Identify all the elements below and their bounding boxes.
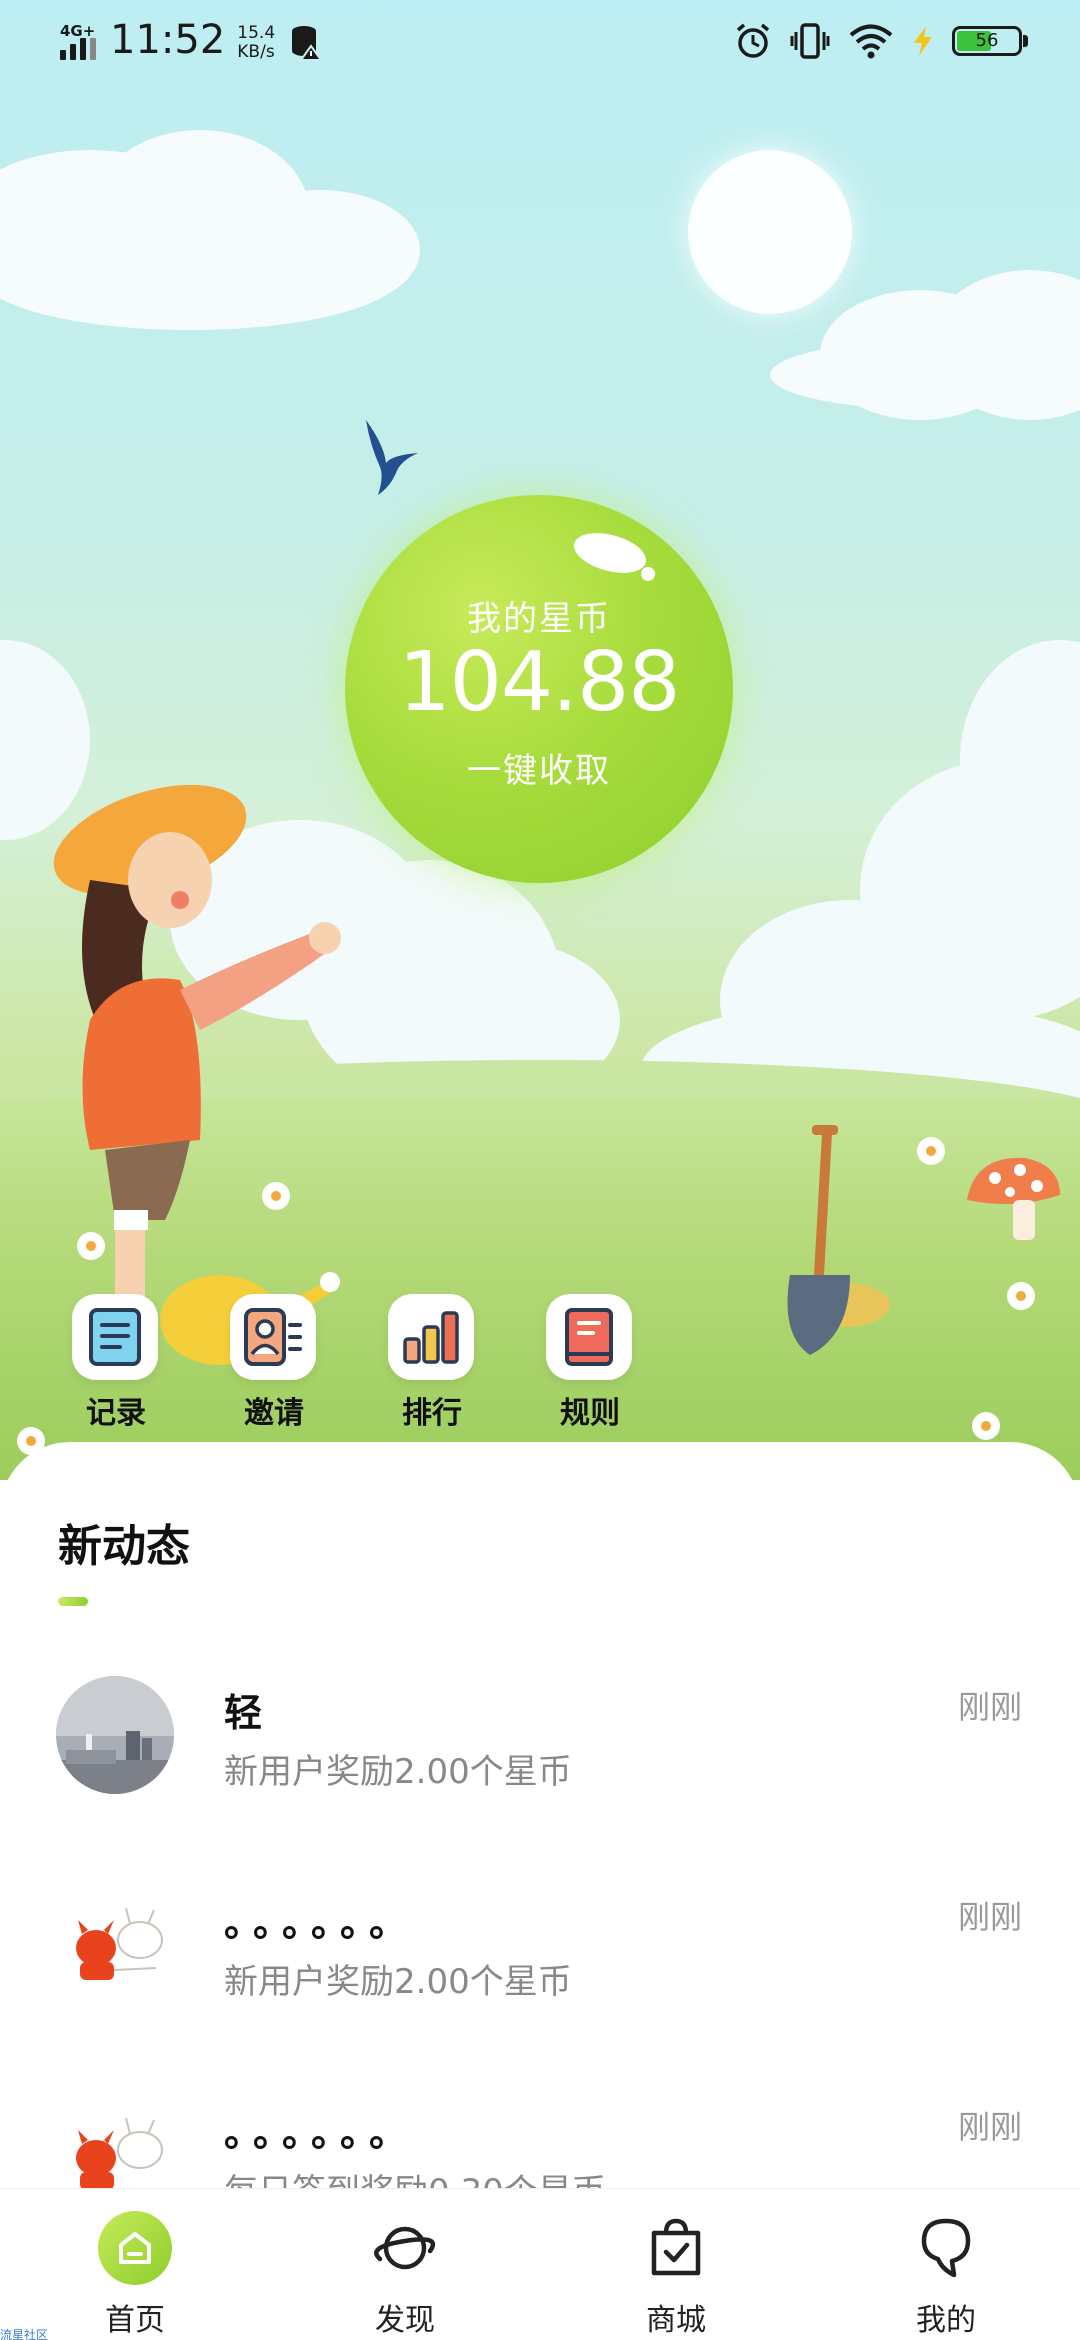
- nav-tab-home[interactable]: 首页: [55, 2189, 215, 2339]
- quick-action-label: 记录: [86, 1396, 146, 1431]
- ranking-icon: [388, 1294, 474, 1380]
- bird-illustration: [366, 420, 418, 495]
- sun-illustration: [688, 150, 852, 314]
- wifi-icon: [849, 24, 893, 59]
- coin-balance: 104.88: [398, 635, 681, 730]
- quick-action-label: 规则: [560, 1396, 620, 1431]
- nav-label: 发现: [375, 2303, 435, 2338]
- nav-label: 首页: [105, 2303, 165, 2338]
- quick-action-ranking[interactable]: 排行: [388, 1294, 476, 1432]
- nav-label: 商城: [646, 2303, 706, 2338]
- record-icon: [72, 1294, 158, 1380]
- status-bar: 4G+ 11:52 15.4 KB/s 56: [0, 0, 1080, 86]
- nav-tab-mine[interactable]: 我的: [866, 2189, 1026, 2339]
- feed-item[interactable]: 。。。。。。 新用户奖励2.00个星币 刚刚: [0, 1886, 1080, 2046]
- quick-action-label: 排行: [402, 1396, 462, 1431]
- profile-icon: [921, 2218, 971, 2278]
- watermark-text: 流星社区: [0, 2328, 49, 2340]
- quick-action-label: 邀请: [244, 1396, 304, 1431]
- mushroom-illustration: [967, 1157, 1060, 1240]
- quick-action-invite[interactable]: 邀请: [230, 1294, 318, 1432]
- nav-tab-discover[interactable]: 发现: [325, 2189, 485, 2339]
- feed-time: 刚刚: [957, 1898, 1022, 1936]
- nav-tab-mall[interactable]: 商城: [596, 2189, 756, 2339]
- feed-description: 新用户奖励2.00个星币: [224, 1752, 572, 1792]
- shopping-bag-icon: [651, 2218, 701, 2276]
- feed-user-name: 。。。。。。: [224, 1901, 418, 1945]
- feed-title-underline: [58, 1597, 88, 1606]
- home-icon: [98, 2211, 172, 2285]
- speed-value: 15.4: [237, 23, 276, 43]
- coin-label: 我的星币: [467, 599, 611, 639]
- feed-user-name: 轻: [224, 1691, 273, 1735]
- flower-decoration: [1010, 1285, 1032, 1307]
- alarm-icon: [736, 23, 770, 58]
- cellular-signal-icon: 4G+: [58, 22, 102, 62]
- rules-icon: [546, 1294, 632, 1380]
- avatar[interactable]: [56, 1676, 174, 1794]
- star-coin-collect-button[interactable]: 我的星币 104.88 一键收取: [345, 495, 733, 883]
- feed-title: 新动态: [58, 1521, 190, 1572]
- shovel-illustration: [787, 1125, 890, 1355]
- feed-user-name: 。。。。。。: [224, 2111, 418, 2155]
- feed-time: 刚刚: [957, 1688, 1022, 1726]
- battery-level: 56: [975, 30, 999, 51]
- network-speed: 15.4 KB/s: [237, 24, 275, 62]
- battery-icon: 56: [952, 26, 1028, 56]
- speed-unit: KB/s: [237, 42, 275, 62]
- planet-icon: [374, 2226, 436, 2270]
- flower-decoration: [975, 1415, 997, 1437]
- invite-icon: [230, 1294, 316, 1380]
- quick-action-rules[interactable]: 规则: [546, 1294, 634, 1432]
- charging-bolt-icon: [914, 26, 932, 56]
- collect-all-label: 一键收取: [467, 751, 611, 791]
- flower-decoration: [920, 1140, 942, 1162]
- app-root: 4G+ 11:52 15.4 KB/s 56 我的星币 104.88 一键收取 …: [0, 0, 1080, 2340]
- feed-description: 新用户奖励2.00个星币: [224, 1962, 572, 2002]
- bottom-navigation: 首页 发现 商城 我的: [0, 2188, 1080, 2340]
- nav-label: 我的: [916, 2303, 976, 2338]
- quick-action-record[interactable]: 记录: [72, 1294, 160, 1432]
- data-warning-icon: [292, 26, 324, 61]
- feed-time: 刚刚: [957, 2108, 1022, 2146]
- vibrate-icon: [790, 23, 830, 59]
- feed-item[interactable]: 轻 新用户奖励2.00个星币 刚刚: [0, 1676, 1080, 1836]
- avatar[interactable]: [56, 1886, 174, 2004]
- clock-time: 11:52: [110, 17, 226, 63]
